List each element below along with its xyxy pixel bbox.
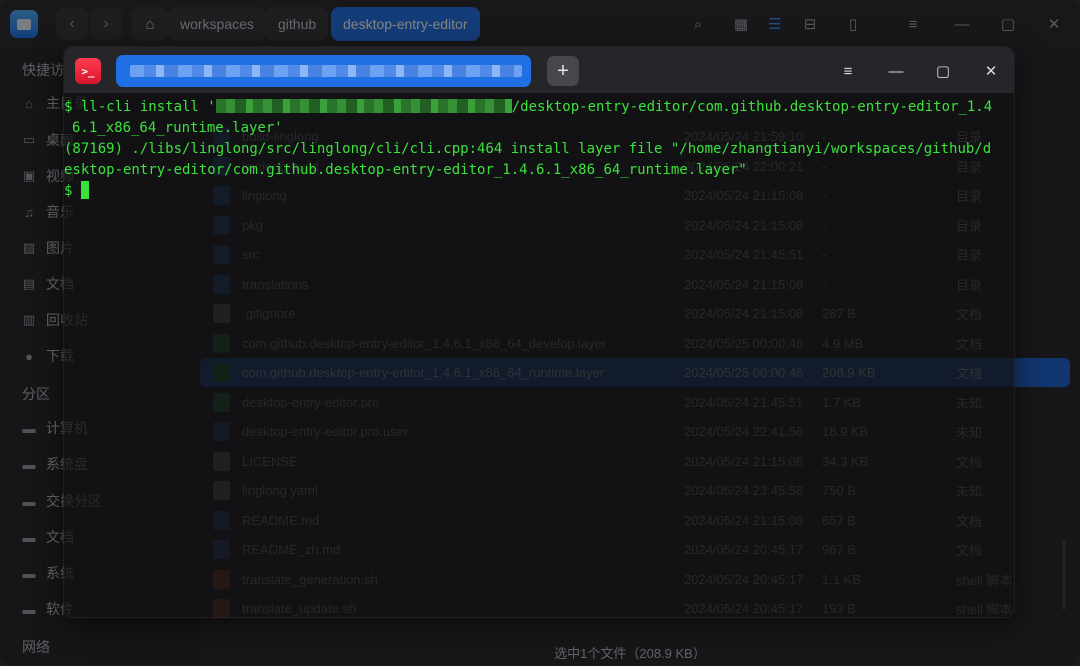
- terminal-cursor: [80, 181, 89, 199]
- terminal-line: esktop-entry-editor/com.github.desktop-e…: [64, 162, 747, 178]
- terminal-line: 6.1_x86_64_runtime.layer': [72, 120, 283, 136]
- plus-icon: +: [557, 59, 569, 82]
- terminal-tab[interactable]: [116, 55, 531, 87]
- terminal-minimize-icon[interactable]: —: [884, 59, 908, 83]
- terminal-prompt-line[interactable]: $: [64, 181, 89, 202]
- terminal-app-icon: >_: [75, 58, 101, 84]
- terminal-titlebar: >_ + ≡ — ▢ ✕: [64, 47, 1014, 93]
- terminal-maximize-icon[interactable]: ▢: [931, 59, 955, 83]
- terminal-menu-icon[interactable]: ≡: [836, 59, 860, 83]
- terminal-close-icon[interactable]: ✕: [979, 59, 1003, 83]
- terminal-line: (87169) ./libs/linglong/src/linglong/cli…: [64, 141, 992, 157]
- new-tab-button[interactable]: +: [547, 56, 579, 86]
- redacted-path: [215, 99, 512, 113]
- terminal-line-command: $ ll-cli install '/desktop-entry-editor/…: [64, 99, 993, 115]
- terminal-window[interactable]: >_ + ≡ — ▢ ✕ $ ll-cli install '/desktop-…: [63, 46, 1015, 618]
- terminal-tab-title-blurred: [130, 65, 522, 77]
